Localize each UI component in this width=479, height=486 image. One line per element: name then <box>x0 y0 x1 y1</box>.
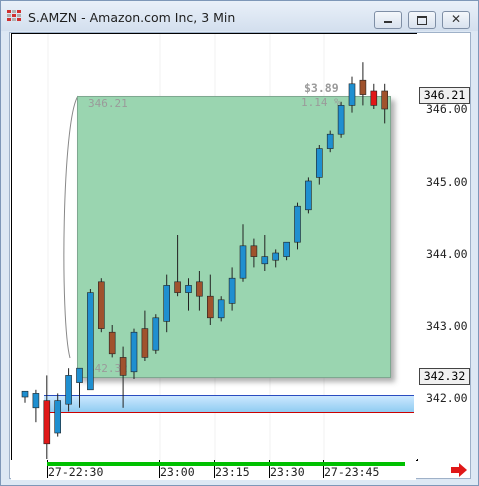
candle-body[interactable] <box>130 331 138 373</box>
price-tick: 345.00 <box>426 175 468 189</box>
candle-body[interactable] <box>87 292 94 391</box>
price-tick: 342.00 <box>426 391 468 405</box>
candle-body[interactable] <box>108 331 116 355</box>
candle-body[interactable] <box>283 241 290 257</box>
candle-body[interactable] <box>76 367 83 383</box>
time-label: 27-22:30 <box>48 465 104 479</box>
candle-body[interactable] <box>315 148 323 178</box>
candle-body[interactable] <box>65 375 72 405</box>
reference-price-tag: 342.32 <box>419 368 470 385</box>
candle-body[interactable] <box>141 328 149 358</box>
candle-body[interactable] <box>337 105 345 135</box>
time-label: 23:15 <box>215 465 250 479</box>
candle-body[interactable] <box>152 317 160 351</box>
time-label: 23:30 <box>270 465 305 479</box>
candle-body[interactable] <box>32 393 40 409</box>
price-tick: 343.00 <box>426 319 468 333</box>
maximize-icon <box>417 16 427 25</box>
minimize-icon <box>384 21 392 23</box>
candle-body[interactable] <box>119 357 127 376</box>
candle-body[interactable] <box>54 400 62 434</box>
grid-app-icon <box>7 10 21 21</box>
candle-body[interactable] <box>217 299 225 319</box>
candle-body[interactable] <box>228 277 236 304</box>
candle-body[interactable] <box>326 133 334 149</box>
candle-body[interactable] <box>370 90 378 106</box>
session-indicator-bar <box>47 462 405 466</box>
candle-body[interactable] <box>250 245 258 257</box>
candle-body[interactable] <box>359 79 367 95</box>
candle-body[interactable] <box>294 205 301 243</box>
candle-body[interactable] <box>272 252 280 261</box>
candlestick-series <box>21 62 389 459</box>
price-tick: 346.00 <box>426 102 468 116</box>
time-label: 23:00 <box>160 465 195 479</box>
candle-body[interactable] <box>21 390 29 398</box>
candle-body[interactable] <box>163 285 170 322</box>
candle-body[interactable] <box>305 180 312 211</box>
maximize-button[interactable] <box>408 11 436 29</box>
candle-body[interactable] <box>381 90 389 110</box>
candle-body[interactable] <box>43 400 51 445</box>
time-label: 27-23:45 <box>324 465 380 479</box>
candle-body[interactable] <box>196 281 203 297</box>
window-title: S.AMZN - Amazon.com Inc, 3 Min <box>28 10 236 25</box>
candle-body[interactable] <box>261 256 269 265</box>
close-icon: ✕ <box>451 12 462 26</box>
candle-body[interactable] <box>239 245 247 279</box>
candle-body[interactable] <box>98 281 105 329</box>
last-price-tag: 346.21 <box>419 87 470 104</box>
candle-body[interactable] <box>174 281 181 293</box>
candle-body[interactable] <box>348 83 356 106</box>
close-button[interactable]: ✕ <box>442 11 470 29</box>
candle-body[interactable] <box>207 295 214 319</box>
right-arrow-icon[interactable] <box>449 462 469 478</box>
title-bar[interactable]: S.AMZN - Amazon.com Inc, 3 Min ✕ <box>1 1 478 31</box>
price-tick: 344.00 <box>426 247 468 261</box>
candle-body[interactable] <box>185 285 192 293</box>
minimize-button[interactable] <box>374 11 402 29</box>
